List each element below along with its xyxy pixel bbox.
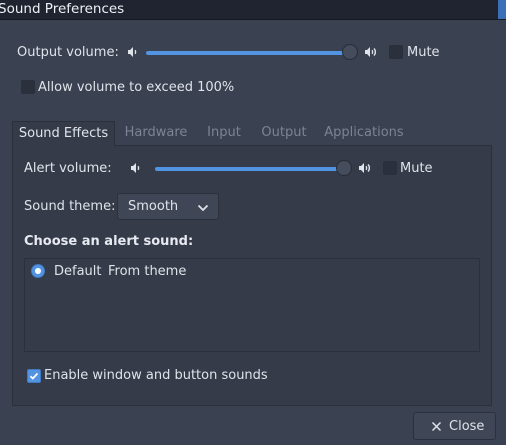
window-title: Sound Preferences [0,1,125,17]
alert-volume-handle[interactable] [336,160,352,176]
tab-output-label: Output [261,125,307,140]
close-button[interactable]: Close [413,412,496,440]
output-mute-label: Mute [407,45,440,60]
allow-exceed-label: Allow volume to exceed 100% [38,80,235,95]
speaker-high-icon[interactable] [363,44,379,60]
close-x-icon [431,421,442,436]
speaker-low-icon[interactable] [125,44,141,60]
sound-theme-label: Sound theme: [24,199,116,214]
radio-dot [35,268,41,274]
tab-hardware[interactable]: Hardware [118,121,194,145]
chevron-down-icon [197,202,209,217]
sound-theme-value: Smooth [128,199,179,214]
tab-sound-effects[interactable]: Sound Effects [12,121,115,146]
tab-hardware-label: Hardware [124,125,188,140]
allow-exceed-checkbox[interactable] [21,80,35,94]
output-volume-slider[interactable] [146,44,358,62]
alert-volume-label: Alert volume: [24,161,112,176]
choose-alert-heading: Choose an alert sound: [24,234,194,249]
alert-default-radio[interactable] [31,264,45,278]
output-mute-checkbox[interactable] [389,45,403,59]
enable-sounds-checkbox[interactable] [27,369,41,383]
output-volume-handle[interactable] [342,44,358,60]
sound-theme-dropdown[interactable]: Smooth [117,193,219,220]
alert-mute-checkbox[interactable] [383,161,397,175]
speaker-high-icon[interactable] [357,160,373,176]
alert-mute-label: Mute [400,161,433,176]
titlebar-edge-accent [498,0,506,19]
close-button-label: Close [449,419,485,434]
tab-input-label: Input [207,125,241,140]
tab-input[interactable]: Input [199,121,249,145]
alert-source: From theme [108,264,187,279]
tab-sound-effects-label: Sound Effects [18,126,109,141]
alert-name[interactable]: Default [54,264,102,279]
alert-volume-fill [155,167,344,171]
speaker-low-icon[interactable] [128,160,144,176]
alert-sound-list: Default From theme [24,258,480,352]
alert-volume-slider[interactable] [155,160,352,178]
title-bar: Sound Preferences [0,0,506,20]
tab-applications[interactable]: Applications [319,121,409,145]
tab-output[interactable]: Output [255,121,313,145]
enable-sounds-label: Enable window and button sounds [44,368,268,383]
output-volume-label: Output volume: [17,45,119,60]
tab-applications-label: Applications [324,125,404,140]
output-volume-fill [146,51,350,55]
